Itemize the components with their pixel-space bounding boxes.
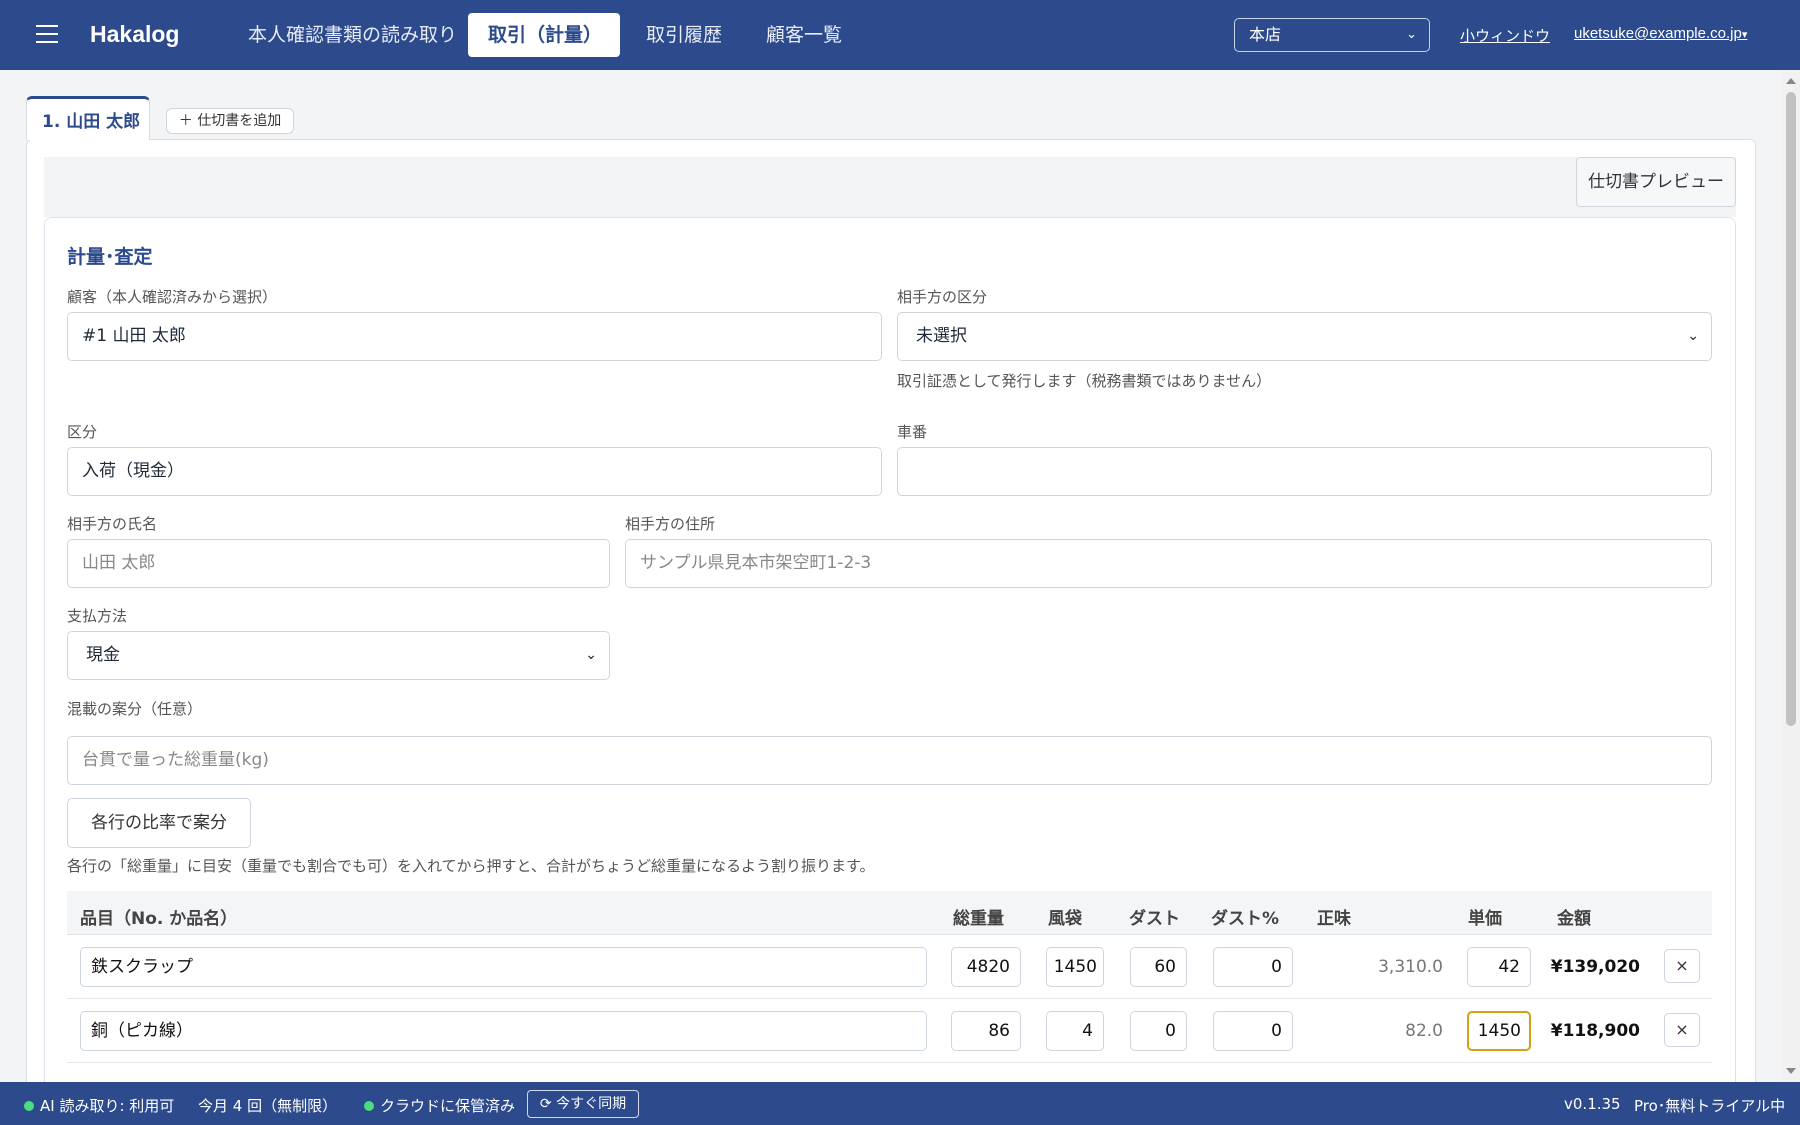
apportion-hint: 各行の「総重量」に目安（重量でも割合でも可）を入れてから押すと、合計がちょうど総… (67, 857, 875, 875)
cloud-status: クラウドに保管済み (364, 1095, 515, 1116)
vehicle-number-input[interactable] (897, 447, 1712, 496)
vehicle-number-label: 車番 (897, 423, 928, 441)
header-bag: 風袋 (1048, 909, 1082, 929)
category-field[interactable]: 入荷（現金） (67, 447, 882, 496)
chevron-down-icon: ⌄ (1406, 27, 1417, 42)
plan-label: Pro･無料トライアル中 (1634, 1097, 1786, 1115)
user-menu[interactable]: uketsuke@example.co.jp▾ (1574, 25, 1747, 42)
item-name-input[interactable]: 銅（ピカ線） (80, 1011, 927, 1051)
user-email: uketsuke@example.co.jp (1574, 25, 1742, 42)
version-label: v0.1.35 (1564, 1095, 1621, 1113)
bag-weight-input[interactable]: 4 (1046, 1011, 1104, 1051)
unit-price-input[interactable]: 42 (1467, 947, 1531, 987)
partner-type-hint: 取引証憑として発行します（税務書類ではありません） (897, 372, 1272, 390)
header-item: 品目（No. か品名） (80, 909, 238, 929)
scrollbar-thumb[interactable] (1786, 92, 1796, 726)
net-weight-value: 82.0 (1405, 1021, 1443, 1041)
partner-name-label: 相手方の氏名 (67, 515, 158, 533)
header-unit-price: 単価 (1468, 909, 1502, 929)
table-row: 鉄スクラップ 4820 1450 60 0 3,310.0 42 ¥139,02… (67, 935, 1712, 999)
header-dust-pct: ダスト% (1211, 909, 1280, 929)
category-label: 区分 (67, 423, 98, 441)
status-bar: AI 読み取り: 利用可 今月 4 回（無制限） クラウドに保管済み ⟳ 今すぐ… (0, 1082, 1800, 1125)
remove-row-button[interactable]: × (1664, 949, 1700, 983)
branch-select-value: 本店 (1249, 25, 1282, 44)
header-amount: 金額 (1557, 909, 1591, 929)
document-tab-1[interactable]: 1. 山田 太郎 (26, 96, 150, 140)
bag-weight-input[interactable]: 1450 (1046, 947, 1104, 987)
nav-tab-transaction[interactable]: 取引（計量） (468, 13, 620, 57)
amount-value: ¥118,900 (1550, 1021, 1640, 1041)
partner-name-input[interactable]: 山田 太郎 (67, 539, 610, 588)
payment-method-select[interactable]: 現金 ⌄ (67, 631, 610, 680)
brand-logo: Hakalog (90, 21, 180, 47)
partner-address-label: 相手方の住所 (625, 515, 716, 533)
scroll-up-arrow-icon[interactable] (1786, 78, 1796, 84)
payment-method-value: 現金 (86, 645, 120, 665)
gross-weight-input[interactable]: 4820 (951, 947, 1021, 987)
partner-type-label: 相手方の区分 (897, 288, 988, 306)
remove-row-button[interactable]: × (1664, 1013, 1700, 1047)
amount-value: ¥139,020 (1550, 957, 1640, 977)
item-name-input[interactable]: 鉄スクラップ (80, 947, 927, 987)
gross-weight-input[interactable]: 86 (951, 1011, 1021, 1051)
add-document-button[interactable]: ＋ 仕切書を追加 (166, 108, 294, 134)
section-title: 計量･査定 (67, 246, 153, 268)
monthly-count: 今月 4 回（無制限） (198, 1097, 338, 1115)
chevron-down-icon: ⌄ (1687, 328, 1699, 344)
unit-price-input[interactable]: 1450 (1467, 1011, 1531, 1051)
total-weight-input[interactable]: 台貫で量った総重量(kg) (67, 736, 1712, 785)
partner-type-select[interactable]: 未選択 ⌄ (897, 312, 1712, 361)
header-net: 正味 (1317, 909, 1351, 929)
dust-pct-input[interactable]: 0 (1213, 947, 1293, 987)
status-dot-icon (364, 1100, 374, 1111)
mixed-load-label: 混載の案分（任意） (67, 700, 203, 718)
nav-tab-history[interactable]: 取引履歴 (626, 13, 742, 57)
user-menu-caret-icon: ▾ (1741, 29, 1748, 41)
header-gross: 総重量 (953, 909, 1004, 929)
nav-tab-id-reading[interactable]: 本人確認書類の読み取り (228, 13, 477, 57)
customer-field[interactable]: #1 山田 太郎 (67, 312, 882, 361)
table-row: 銅（ピカ線） 86 4 0 0 82.0 1450 ¥118,900 × (67, 999, 1712, 1063)
main-content: 1. 山田 太郎 ＋ 仕切書を追加 仕切書プレビュー 計量･査定 顧客（本人確認… (0, 70, 1782, 1082)
page-scrollbar[interactable] (1782, 70, 1800, 1082)
net-weight-value: 3,310.0 (1378, 957, 1443, 977)
small-window-link[interactable]: 小ウィンドウ (1460, 25, 1550, 46)
cloud-status-text: クラウドに保管済み (380, 1097, 516, 1115)
customer-label: 顧客（本人確認済みから選択） (67, 288, 278, 306)
ai-reading-text: AI 読み取り: 利用可 (40, 1097, 175, 1115)
apportion-button[interactable]: 各行の比率で案分 (67, 798, 251, 848)
hamburger-menu-icon[interactable] (36, 25, 58, 45)
chevron-down-icon: ⌄ (585, 647, 597, 663)
payment-method-label: 支払方法 (67, 607, 128, 625)
partner-address-input[interactable]: サンプル県見本市架空町1-2-3 (625, 539, 1712, 588)
status-dot-icon (24, 1100, 34, 1111)
ai-reading-status: AI 読み取り: 利用可 (24, 1095, 174, 1116)
sync-now-button[interactable]: ⟳ 今すぐ同期 (527, 1090, 639, 1118)
dust-pct-input[interactable]: 0 (1213, 1011, 1293, 1051)
branch-select[interactable]: 本店 ⌄ (1234, 18, 1430, 52)
scroll-down-arrow-icon[interactable] (1786, 1068, 1796, 1074)
items-table-header: 品目（No. か品名） 総重量 風袋 ダスト ダスト% 正味 単価 金額 (67, 891, 1712, 935)
partner-type-value: 未選択 (916, 326, 967, 346)
preview-button[interactable]: 仕切書プレビュー (1576, 157, 1736, 207)
top-navigation-bar: Hakalog 本人確認書類の読み取り 取引（計量） 取引履歴 顧客一覧 本店 … (0, 0, 1800, 70)
document-toolbar: 仕切書プレビュー (44, 157, 1736, 217)
dust-input[interactable]: 60 (1130, 947, 1187, 987)
header-dust: ダスト (1129, 909, 1180, 929)
dust-input[interactable]: 0 (1130, 1011, 1187, 1051)
nav-tab-customers[interactable]: 顧客一覧 (746, 13, 862, 57)
